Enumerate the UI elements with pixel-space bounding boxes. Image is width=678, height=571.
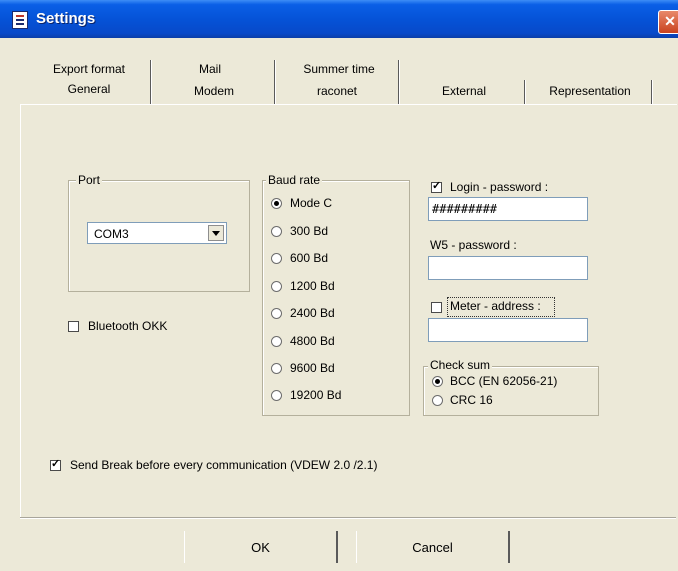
meter-address-field[interactable] <box>428 318 588 342</box>
tab-divider <box>274 80 276 104</box>
cancel-button-label: Cancel <box>412 540 453 555</box>
login-password-field[interactable]: ######### <box>428 197 588 221</box>
close-button[interactable]: ✕ <box>658 10 678 34</box>
baud-radio-300[interactable] <box>271 226 282 237</box>
bluetooth-label: Bluetooth OKK <box>88 319 168 333</box>
bluetooth-checkbox[interactable] <box>68 321 79 332</box>
port-select[interactable]: COM3 <box>87 222 227 244</box>
login-password-checkbox[interactable] <box>431 182 442 193</box>
footer-divider <box>20 517 676 519</box>
login-password-label: Login - password : <box>450 180 549 194</box>
check-sum-radio-crc16[interactable] <box>432 395 443 406</box>
tab-export-format[interactable]: Export format <box>40 62 138 76</box>
title-bar[interactable]: Settings ✕ <box>0 0 678 38</box>
tab-general[interactable]: General <box>40 82 138 96</box>
baud-radio-600[interactable] <box>271 253 282 264</box>
baud-option-label: 1200 Bd <box>290 279 335 293</box>
settings-dialog: Settings ✕ Export format Mail Summer tim… <box>0 0 678 571</box>
tab-label: External <box>441 84 487 98</box>
meter-address-label: Meter - address : <box>450 299 541 313</box>
baud-radio-4800[interactable] <box>271 336 282 347</box>
baud-option-label: Mode C <box>290 196 333 210</box>
tab-summer-time[interactable]: Summer time <box>290 62 388 76</box>
check-sum-option-label: CRC 16 <box>450 393 493 407</box>
tab-modem[interactable]: Modem <box>170 84 258 98</box>
tab-raconet[interactable]: raconet <box>296 84 378 98</box>
baud-option-label: 300 Bd <box>290 224 329 238</box>
baud-option-label: 19200 Bd <box>290 388 342 402</box>
tab-label: Modem <box>193 84 234 98</box>
baud-radio-9600[interactable] <box>271 363 282 374</box>
close-icon: ✕ <box>664 13 676 29</box>
tab-label: Representation <box>549 84 631 98</box>
tab-divider <box>150 80 152 104</box>
tab-external[interactable]: External <box>420 84 508 98</box>
send-break-label: Send Break before every communication (V… <box>70 458 378 472</box>
port-group-label: Port <box>76 173 103 187</box>
check-sum-group-label: Check sum <box>428 358 493 372</box>
tab-divider <box>398 80 400 104</box>
w5-password-field[interactable] <box>428 256 588 280</box>
tab-label: Export format <box>52 62 126 76</box>
check-sum-option-label: BCC (EN 62056-21) <box>450 374 558 388</box>
window-title: Settings <box>36 10 96 27</box>
port-select-value: COM3 <box>94 227 129 241</box>
send-break-checkbox[interactable] <box>50 460 61 471</box>
baud-option-label: 2400 Bd <box>290 306 335 320</box>
tab-representation[interactable]: Representation <box>540 84 640 98</box>
tab-label: Summer time <box>303 62 375 76</box>
baud-radio-2400[interactable] <box>271 308 282 319</box>
tab-label: General <box>67 82 111 96</box>
login-password-value: ######### <box>432 202 498 216</box>
cancel-button[interactable]: Cancel <box>356 531 510 563</box>
baud-rate-group-label: Baud rate <box>266 173 323 187</box>
baud-radio-1200[interactable] <box>271 281 282 292</box>
tab-label: raconet <box>316 84 358 98</box>
ok-button-label: OK <box>251 540 270 555</box>
check-sum-radio-bcc[interactable] <box>432 376 443 387</box>
meter-address-checkbox[interactable] <box>431 302 442 313</box>
tab-mail[interactable]: Mail <box>170 62 250 76</box>
baud-option-label: 600 Bd <box>290 251 329 265</box>
baud-rate-group <box>262 180 410 416</box>
baud-radio-mode-c[interactable] <box>271 198 282 209</box>
tab-divider <box>524 80 526 104</box>
tab-divider <box>651 80 653 104</box>
w5-password-label: W5 - password : <box>430 238 517 252</box>
ok-button[interactable]: OK <box>184 531 338 563</box>
baud-radio-19200[interactable] <box>271 390 282 401</box>
baud-option-label: 9600 Bd <box>290 361 335 375</box>
baud-option-label: 4800 Bd <box>290 334 335 348</box>
chevron-down-icon[interactable] <box>208 225 224 241</box>
tab-label: Mail <box>198 62 221 76</box>
settings-app-icon <box>12 11 28 29</box>
